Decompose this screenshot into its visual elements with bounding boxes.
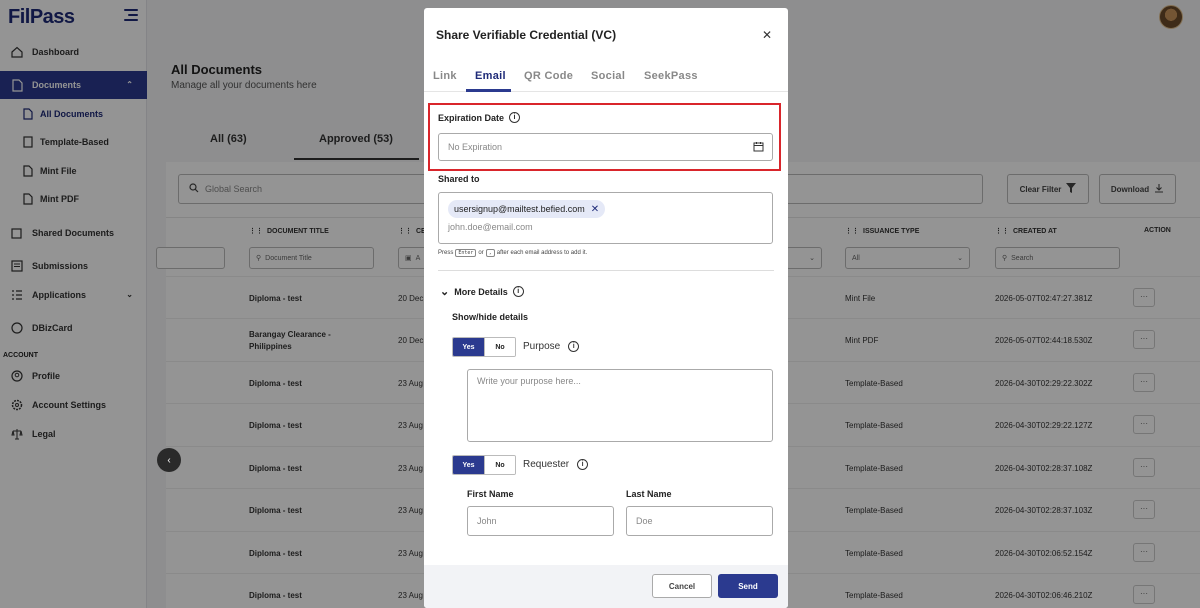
tab-email[interactable]: Email <box>475 70 506 82</box>
modal-title: Share Verifiable Credential (VC) <box>436 28 617 42</box>
first-name-placeholder: John <box>477 516 497 526</box>
tab-qr-code[interactable]: QR Code <box>524 70 573 82</box>
kbd-comma: , <box>485 249 495 257</box>
last-name-placeholder: Doe <box>636 516 653 526</box>
email-hint: Press Enter or , after each email addres… <box>438 249 587 257</box>
hint-text: after each email address to add it. <box>496 250 588 256</box>
calendar-icon[interactable] <box>753 141 764 154</box>
requester-label: Requester i <box>523 459 589 470</box>
share-vc-modal: Share Verifiable Credential (VC) ✕ Link … <box>424 8 788 608</box>
tab-social[interactable]: Social <box>591 70 625 82</box>
expiration-date-label: Expiration Date i <box>438 112 521 123</box>
purpose-placeholder: Write your purpose here... <box>477 376 581 386</box>
more-details-toggle[interactable]: ⌄ More Details i <box>440 285 524 298</box>
close-icon[interactable]: ✕ <box>762 28 772 42</box>
last-name-label: Last Name <box>626 489 672 499</box>
tab-link[interactable]: Link <box>433 70 457 82</box>
chip-email-text: usersignup@mailtest.befied.com <box>454 204 585 214</box>
yes-option[interactable]: Yes <box>453 338 484 356</box>
first-name-input[interactable]: John <box>467 506 614 536</box>
yes-option[interactable]: Yes <box>453 456 484 474</box>
label-text: Expiration Date <box>438 112 505 123</box>
close-icon[interactable]: ✕ <box>591 204 599 215</box>
modal-footer: Cancel Send <box>424 565 788 608</box>
label-text: Purpose <box>523 341 561 352</box>
first-name-label: First Name <box>467 489 514 499</box>
info-icon[interactable]: i <box>568 341 580 352</box>
send-button[interactable]: Send <box>718 574 778 598</box>
expiration-placeholder: No Expiration <box>448 142 503 152</box>
chevron-down-icon: ⌄ <box>440 286 450 298</box>
label-text: Last Name <box>626 489 672 499</box>
purpose-label: Purpose i <box>523 341 580 352</box>
purpose-textarea[interactable]: Write your purpose here... <box>467 369 773 442</box>
collapse-sidebar-button[interactable]: ‹ <box>157 448 181 472</box>
info-icon[interactable]: i <box>577 459 589 470</box>
shared-to-email-input[interactable]: john.doe@email.com usersignup@mailtest.b… <box>438 192 773 244</box>
hint-text: Press <box>438 250 454 256</box>
label-text: More Details <box>454 286 508 297</box>
no-option[interactable]: No <box>483 456 515 474</box>
cancel-button[interactable]: Cancel <box>652 574 712 598</box>
email-placeholder: john.doe@email.com <box>448 222 533 232</box>
label-text: Requester <box>523 459 570 470</box>
kbd-enter: Enter <box>455 249 477 257</box>
info-icon[interactable]: i <box>509 112 521 123</box>
section-divider <box>438 270 774 271</box>
tab-seekpass[interactable]: SeekPass <box>644 70 698 82</box>
label-text: Show/hide details <box>452 312 529 322</box>
last-name-input[interactable]: Doe <box>626 506 773 536</box>
no-option[interactable]: No <box>483 338 515 356</box>
requester-toggle[interactable]: Yes No <box>452 455 516 475</box>
chevron-left-icon: ‹ <box>167 454 171 466</box>
label-text: Shared to <box>438 174 480 184</box>
info-icon[interactable]: i <box>512 286 524 297</box>
show-hide-label: Show/hide details <box>452 312 528 322</box>
email-chip: usersignup@mailtest.befied.com ✕ <box>448 200 606 218</box>
active-tab-indicator <box>466 89 511 92</box>
expiration-date-input[interactable]: No Expiration <box>438 133 773 161</box>
purpose-toggle[interactable]: Yes No <box>452 337 516 357</box>
hint-text: or <box>478 250 484 256</box>
shared-to-label: Shared to <box>438 174 480 184</box>
label-text: First Name <box>467 489 514 499</box>
